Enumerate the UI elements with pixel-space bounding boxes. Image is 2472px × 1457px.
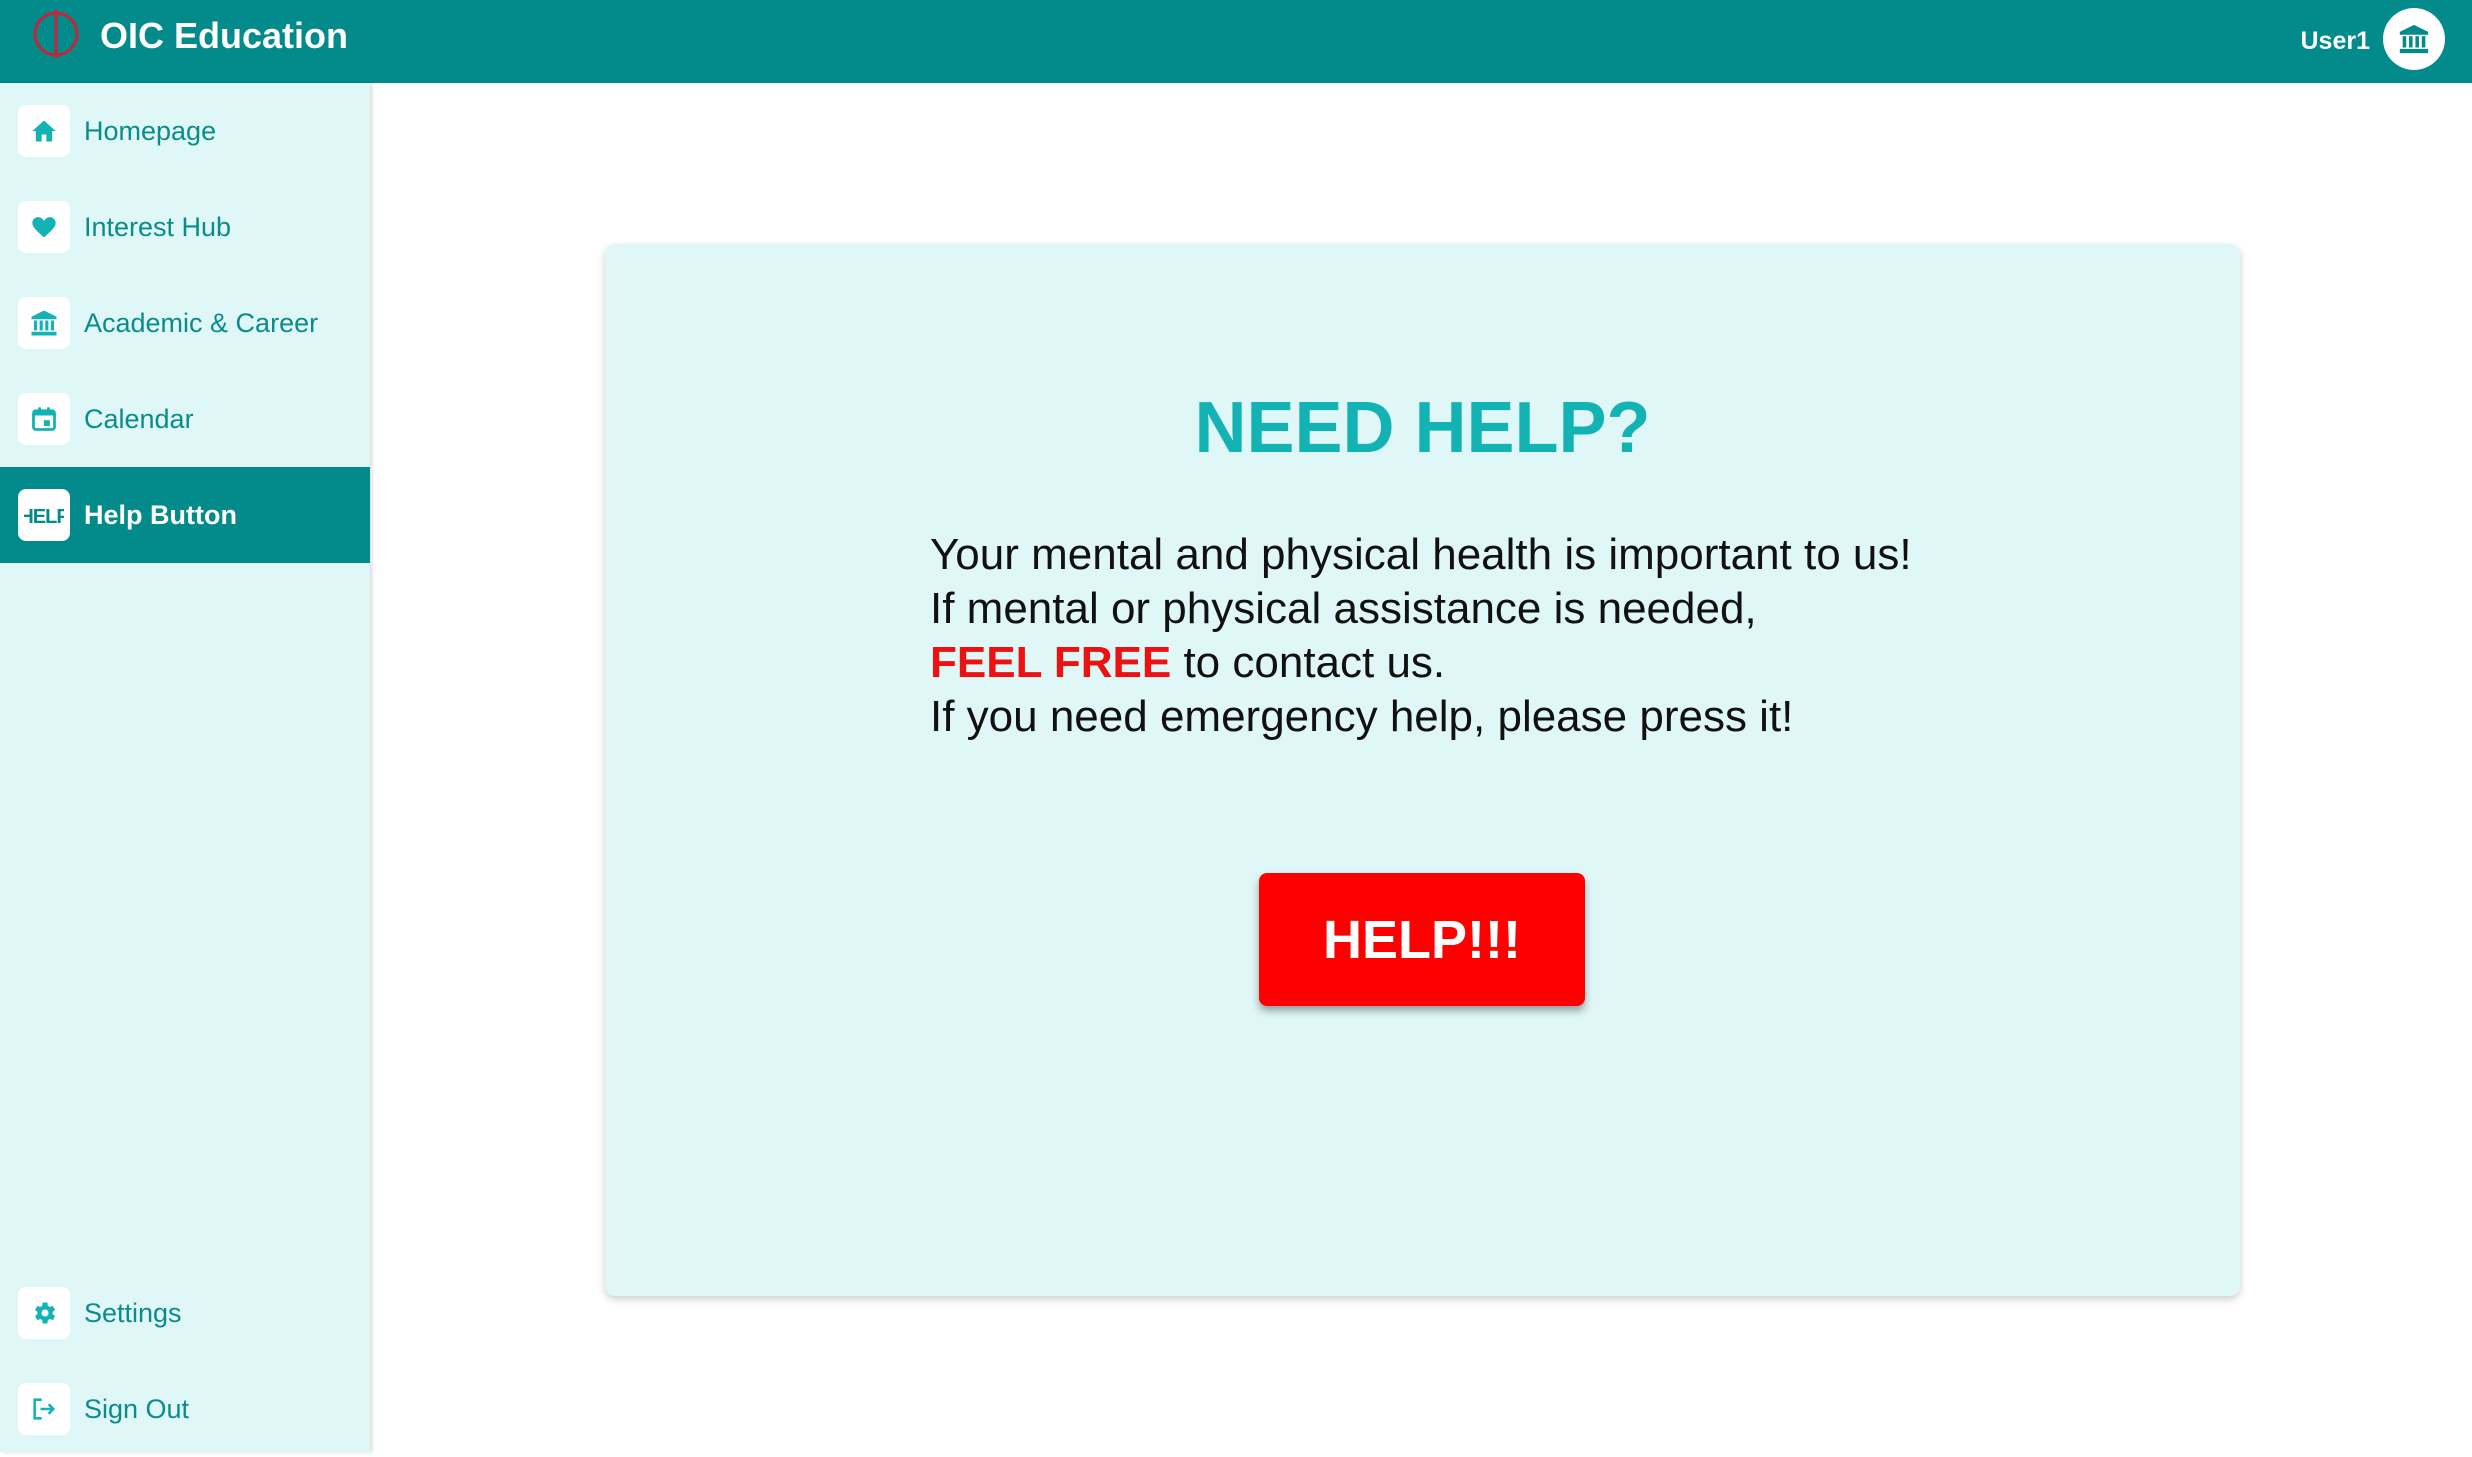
- sidebar-item-label: Help Button: [84, 500, 237, 530]
- sidebar-item-label: Academic & Career: [84, 308, 319, 338]
- nav-icon-box: HELP: [18, 489, 70, 541]
- nav-icon-box: [18, 1287, 70, 1339]
- page-title: NEED HELP?: [1194, 388, 1651, 468]
- user-name[interactable]: User1: [2301, 25, 2371, 57]
- message-line: FEEL FREE to contact us.: [930, 636, 2030, 690]
- user-avatar[interactable]: [2383, 8, 2445, 70]
- sidebar-item-sign-out[interactable]: Sign Out: [0, 1361, 370, 1457]
- sidebar-item-label: Sign Out: [84, 1394, 190, 1424]
- nav-icon-box: [18, 393, 70, 445]
- home-icon: [32, 120, 56, 142]
- sidebar-item-homepage[interactable]: Homepage: [0, 83, 370, 179]
- bank-icon: [2399, 24, 2429, 54]
- sidebar-item-label: Settings: [84, 1298, 182, 1328]
- gear-icon: [35, 1302, 56, 1324]
- message-line: Your mental and physical health is impor…: [930, 530, 1912, 579]
- message-text: to contact us.: [1171, 638, 1446, 687]
- help-card: NEED HELP? Your mental and physical heal…: [605, 244, 2240, 1296]
- heart-icon: [32, 217, 56, 238]
- sidebar-item-help-button[interactable]: HELP Help Button: [0, 467, 370, 563]
- message-line: If mental or physical assistance is need…: [930, 584, 1757, 633]
- emergency-help-button[interactable]: HELP!!!: [1259, 873, 1585, 1006]
- top-bar: OIC Education User1: [0, 0, 2472, 83]
- sidebar-item-settings[interactable]: Settings: [0, 1265, 370, 1361]
- logo-icon: [33, 10, 79, 58]
- sidebar-item-academic-career[interactable]: Academic & Career: [0, 275, 370, 371]
- message-line: If you need emergency help, please press…: [930, 692, 1794, 741]
- app-title: OIC Education: [100, 15, 349, 56]
- svg-text:HELP: HELP: [24, 506, 64, 528]
- help-message: Your mental and physical health is impor…: [930, 528, 2030, 744]
- nav-icon-box: [18, 105, 70, 157]
- calendar-icon: [32, 407, 56, 431]
- sidebar: Homepage Interest Hub Academic & Career: [0, 83, 370, 1452]
- sidebar-item-label: Homepage: [84, 116, 217, 146]
- help-badge-icon: HELP: [24, 506, 64, 528]
- sidebar-item-calendar[interactable]: Calendar: [0, 371, 370, 467]
- sidebar-item-label: Calendar: [84, 404, 194, 434]
- sidebar-item-label: Interest Hub: [84, 212, 232, 242]
- sign-out-icon: [33, 1398, 56, 1420]
- nav-icon-box: [18, 297, 70, 349]
- nav-icon-box: [18, 1383, 70, 1435]
- bank-icon: [31, 310, 57, 336]
- nav-icon-box: [18, 201, 70, 253]
- sidebar-item-interest-hub[interactable]: Interest Hub: [0, 179, 370, 275]
- feel-free-emphasis: FEEL FREE: [930, 638, 1172, 687]
